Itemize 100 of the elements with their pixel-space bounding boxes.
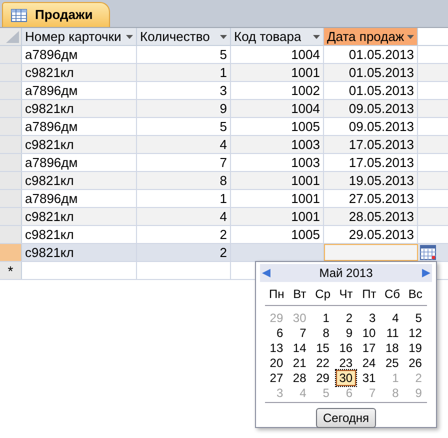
column-header[interactable]: Номер карточки xyxy=(22,28,137,45)
calendar-day[interactable]: 17 xyxy=(359,340,379,356)
today-button[interactable]: Сегодня xyxy=(316,408,376,428)
column-title: Количество xyxy=(140,28,210,45)
calendar-day[interactable]: 13 xyxy=(266,340,286,356)
dropdown-caret-icon[interactable] xyxy=(313,34,320,38)
calendar-day[interactable]: 10 xyxy=(359,325,379,341)
row-selector[interactable] xyxy=(0,244,22,261)
table-cell: 1003 xyxy=(231,136,324,153)
table-cell: 1004 xyxy=(231,46,324,63)
row-selector[interactable] xyxy=(0,136,22,153)
calendar-day[interactable]: 31 xyxy=(359,370,379,386)
weekday-label: Пт xyxy=(361,286,378,303)
table-row[interactable]: с9821кл 8 1001 19.05.2013 xyxy=(0,172,448,190)
calendar-day[interactable]: 18 xyxy=(382,340,402,356)
row-selector[interactable] xyxy=(0,154,22,171)
dropdown-caret-icon[interactable] xyxy=(220,34,227,38)
calendar-day[interactable]: 2 xyxy=(342,310,356,326)
column-title: Код товара xyxy=(234,28,302,45)
table-row[interactable]: с9821кл 4 1001 28.05.2013 xyxy=(0,208,448,226)
weekday-label: Вт xyxy=(292,286,308,303)
previous-month-button[interactable]: ◀ xyxy=(262,268,270,278)
calendar-day[interactable]: 5 xyxy=(412,310,425,326)
calendar-day[interactable]: 11 xyxy=(383,325,402,341)
calendar-day[interactable]: 9 xyxy=(342,325,356,341)
table-cell: 2 xyxy=(137,226,231,243)
table-cell: 28.05.2013 xyxy=(324,208,418,225)
row-selector[interactable] xyxy=(0,190,22,207)
row-selector[interactable] xyxy=(0,100,22,117)
calendar-day[interactable]: 7 xyxy=(296,325,310,341)
table-cell: 7 xyxy=(137,154,231,171)
column-header[interactable]: Количество xyxy=(137,28,231,45)
calendar-day[interactable]: 15 xyxy=(313,340,332,356)
table-row[interactable]: с9821кл 1 1001 01.05.2013 xyxy=(0,64,448,82)
table-cell: 3 xyxy=(137,82,231,99)
weekday-label: Вс xyxy=(407,286,424,303)
table-cell: 1 xyxy=(137,64,231,81)
table-cell: с9821кл xyxy=(22,226,137,243)
new-record-marker: * xyxy=(8,264,14,278)
row-selector[interactable] xyxy=(0,208,22,225)
calendar-day[interactable]: 23 xyxy=(336,355,356,371)
table-cell: 1004 xyxy=(231,100,324,117)
calendar-day[interactable]: 16 xyxy=(336,340,356,356)
date-input-field[interactable] xyxy=(324,244,418,261)
table-row[interactable]: с9821кл 2 xyxy=(0,244,448,262)
dropdown-caret-icon[interactable] xyxy=(126,34,133,38)
select-all-corner[interactable] xyxy=(0,28,22,45)
table-cell: с9821кл xyxy=(22,244,137,261)
row-selector[interactable] xyxy=(0,226,22,243)
table-row[interactable]: а7896дм 3 1002 01.05.2013 xyxy=(0,82,448,100)
table-row[interactable]: а7896дм 5 1005 09.05.2013 xyxy=(0,118,448,136)
calendar-day[interactable]: 6 xyxy=(273,325,286,341)
calendar-day[interactable]: 24 xyxy=(359,355,379,371)
table-cell: 01.05.2013 xyxy=(324,82,418,99)
calendar-day[interactable]: 28 xyxy=(290,370,310,386)
table-row[interactable]: а7896дм 1 1001 27.05.2013 xyxy=(0,190,448,208)
calendar-day[interactable]: 29 xyxy=(313,370,332,386)
next-month-button[interactable]: ▶ xyxy=(422,268,430,278)
table-cell: 09.05.2013 xyxy=(324,100,418,117)
weekday-label: Пн xyxy=(268,286,286,303)
table-cell: 17.05.2013 xyxy=(324,154,418,171)
document-tab[interactable]: Продажи xyxy=(2,2,110,27)
calendar-day[interactable]: 26 xyxy=(406,355,425,371)
row-selector[interactable] xyxy=(0,172,22,189)
calendar-day[interactable]: 4 xyxy=(389,310,402,326)
table-cell: 1005 xyxy=(231,226,324,243)
calendar-icon[interactable] xyxy=(420,245,436,260)
row-selector[interactable] xyxy=(0,64,22,81)
calendar-day[interactable]: 22 xyxy=(313,355,332,371)
calendar-day[interactable]: 1 xyxy=(320,310,332,326)
calendar-day[interactable]: 14 xyxy=(290,340,310,356)
table-row[interactable]: а7896дм 7 1003 17.05.2013 xyxy=(0,154,448,172)
calendar-day[interactable]: 20 xyxy=(266,355,286,371)
calendar-day[interactable]: 30 xyxy=(336,370,356,386)
calendar-day[interactable]: 3 xyxy=(366,310,379,326)
table-cell: с9821кл xyxy=(22,136,137,153)
calendar-day[interactable]: 19 xyxy=(406,340,425,356)
column-header[interactable]: Код товара xyxy=(231,28,324,45)
table-row[interactable]: с9821кл 2 1005 29.05.2013 xyxy=(0,226,448,244)
table-row[interactable]: с9821кл 9 1004 09.05.2013 xyxy=(0,100,448,118)
row-selector[interactable] xyxy=(0,118,22,135)
calendar-day[interactable]: 21 xyxy=(290,355,310,371)
table-row[interactable]: а7896дм 5 1004 01.05.2013 xyxy=(0,46,448,64)
dropdown-caret-icon[interactable] xyxy=(407,34,414,38)
table-row[interactable]: с9821кл 4 1003 17.05.2013 xyxy=(0,136,448,154)
row-selector[interactable] xyxy=(0,46,22,63)
table-cell: 1001 xyxy=(231,172,324,189)
column-title: Номер карточки xyxy=(25,28,122,45)
calendar-day[interactable]: 12 xyxy=(406,325,425,341)
table-cell: 1002 xyxy=(231,82,324,99)
table-cell: 1005 xyxy=(231,118,324,135)
table-cell: а7896дм xyxy=(22,118,137,135)
weekday-label: Чт xyxy=(338,286,354,303)
calendar-day[interactable]: 27 xyxy=(266,370,286,386)
row-selector[interactable] xyxy=(0,82,22,99)
column-header[interactable]: Дата продаж xyxy=(324,28,418,45)
calendar-day[interactable]: 25 xyxy=(382,355,402,371)
calendar-day[interactable]: 8 xyxy=(320,325,332,341)
table-cell: 1 xyxy=(137,190,231,207)
table-cell: 2 xyxy=(137,244,231,261)
